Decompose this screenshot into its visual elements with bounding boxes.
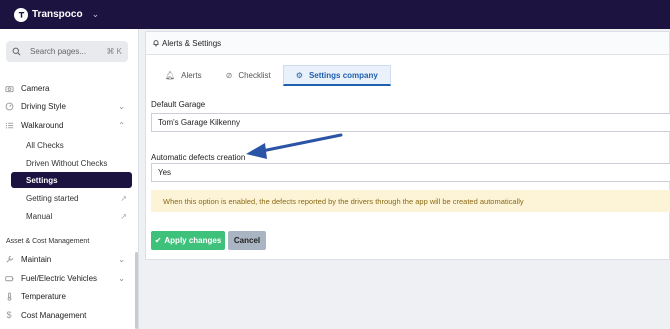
annotation-arrow-icon [246,133,343,159]
